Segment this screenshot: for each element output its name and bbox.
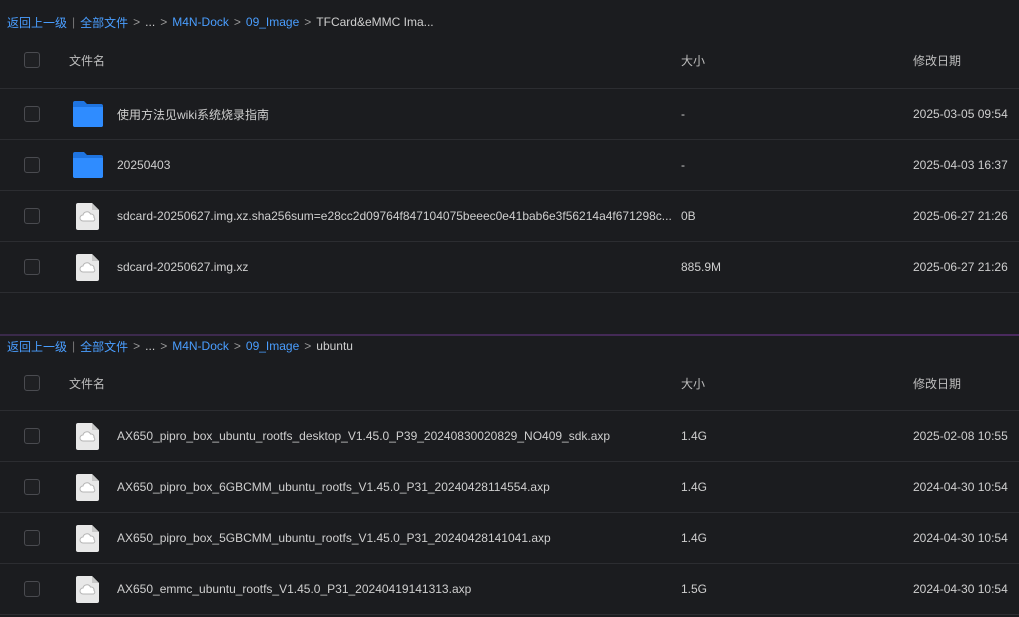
column-header-size[interactable]: 大小 [681,375,705,392]
file-size: - [681,107,685,121]
file-date: 2024-04-30 10:54 [913,531,1008,545]
file-name[interactable]: AX650_pipro_box_6GBCMM_ubuntu_rootfs_V1.… [117,480,675,494]
breadcrumb-item-09-image[interactable]: 09_Image [246,15,299,29]
column-header-size[interactable]: 大小 [681,52,705,69]
file-size: 1.5G [681,582,708,596]
breadcrumb-separator: > [304,15,312,29]
row-checkbox[interactable] [24,259,40,275]
file-size: 1.4G [681,531,708,545]
table-row[interactable]: AX650_pipro_box_5GBCMM_ubuntu_rootfs_V1.… [0,513,1019,564]
file-date: 2025-06-27 21:26 [913,260,1008,274]
row-checkbox[interactable] [24,208,40,224]
breadcrumb: 返回上一级 | 全部文件 > ... > M4N-Dock > 09_Image… [0,0,1019,32]
table-row[interactable]: sdcard-20250627.img.xz 885.9M 2025-06-27… [0,242,1019,293]
breadcrumb-separator: > [133,339,141,353]
row-checkbox[interactable] [24,530,40,546]
file-date: 2024-04-30 10:54 [913,582,1008,596]
file-name[interactable]: AX650_pipro_box_5GBCMM_ubuntu_rootfs_V1.… [117,531,675,545]
cloud-file-icon [72,251,104,283]
column-header-date[interactable]: 修改日期 [913,52,961,69]
breadcrumb-divider: | [72,15,76,29]
cloud-file-icon [72,522,104,554]
row-checkbox[interactable] [24,479,40,495]
column-header-name[interactable]: 文件名 [69,375,105,392]
cloud-file-icon [72,200,104,232]
back-link[interactable]: 返回上一级 [7,14,67,31]
back-link[interactable]: 返回上一级 [7,338,67,355]
all-files-link[interactable]: 全部文件 [80,14,128,31]
select-all-checkbox[interactable] [24,375,40,391]
file-date: 2025-03-05 09:54 [913,107,1008,121]
column-header-date[interactable]: 修改日期 [913,375,961,392]
file-size: 0B [681,209,696,223]
file-browser-panel-2: 返回上一级 | 全部文件 > ... > M4N-Dock > 09_Image… [0,336,1019,617]
breadcrumb-separator: > [160,339,168,353]
cloud-file-icon [72,420,104,452]
table-row[interactable]: 使用方法见wiki系统烧录指南 - 2025-03-05 09:54 [0,89,1019,140]
file-name[interactable]: sdcard-20250627.img.xz.sha256sum=e28cc2d… [117,209,675,223]
cloud-file-icon [72,573,104,605]
table-row[interactable]: AX650_pipro_box_ubuntu_rootfs_desktop_V1… [0,411,1019,462]
table-header: 文件名 大小 修改日期 [0,32,1019,89]
file-size: 885.9M [681,260,722,274]
table-row[interactable]: AX650_pipro_box_6GBCMM_ubuntu_rootfs_V1.… [0,462,1019,513]
breadcrumb-item-m4n-dock[interactable]: M4N-Dock [172,15,229,29]
folder-icon [72,98,104,130]
row-checkbox[interactable] [24,157,40,173]
all-files-link[interactable]: 全部文件 [80,338,128,355]
row-checkbox[interactable] [24,581,40,597]
file-name[interactable]: AX650_pipro_box_ubuntu_rootfs_desktop_V1… [117,429,675,443]
file-date: 2025-06-27 21:26 [913,209,1008,223]
file-date: 2025-04-03 16:37 [913,158,1008,172]
folder-icon [72,149,104,181]
file-size: 1.4G [681,480,708,494]
select-all-checkbox[interactable] [24,52,40,68]
file-date: 2024-04-30 10:54 [913,480,1008,494]
file-name[interactable]: 20250403 [117,158,675,172]
row-checkbox[interactable] [24,428,40,444]
breadcrumb-item-09-image[interactable]: 09_Image [246,339,299,353]
table-header: 文件名 大小 修改日期 [0,356,1019,411]
breadcrumb-separator: > [304,339,312,353]
file-name[interactable]: AX650_emmc_ubuntu_rootfs_V1.45.0_P31_202… [117,582,675,596]
breadcrumb-separator: > [160,15,168,29]
breadcrumb-item-m4n-dock[interactable]: M4N-Dock [172,339,229,353]
cloud-file-icon [72,471,104,503]
column-header-name[interactable]: 文件名 [69,52,105,69]
breadcrumb: 返回上一级 | 全部文件 > ... > M4N-Dock > 09_Image… [0,336,1019,356]
breadcrumb-current: ubuntu [316,339,353,353]
file-name[interactable]: 使用方法见wiki系统烧录指南 [117,106,675,123]
file-name[interactable]: sdcard-20250627.img.xz [117,260,675,274]
table-row[interactable]: AX650_emmc_ubuntu_rootfs_V1.45.0_P31_202… [0,564,1019,615]
file-size: 1.4G [681,429,708,443]
row-checkbox[interactable] [24,106,40,122]
file-date: 2025-02-08 10:55 [913,429,1008,443]
breadcrumb-separator: > [133,15,141,29]
file-browser-panel-1: 返回上一级 | 全部文件 > ... > M4N-Dock > 09_Image… [0,0,1019,293]
breadcrumb-divider: | [72,339,76,353]
table-row[interactable]: sdcard-20250627.img.xz.sha256sum=e28cc2d… [0,191,1019,242]
breadcrumb-ellipsis[interactable]: ... [145,15,155,29]
table-row[interactable]: 20250403 - 2025-04-03 16:37 [0,140,1019,191]
breadcrumb-ellipsis[interactable]: ... [145,339,155,353]
file-size: - [681,158,685,172]
breadcrumb-current: TFCard&eMMC Ima... [316,15,434,29]
breadcrumb-separator: > [233,15,241,29]
breadcrumb-separator: > [233,339,241,353]
